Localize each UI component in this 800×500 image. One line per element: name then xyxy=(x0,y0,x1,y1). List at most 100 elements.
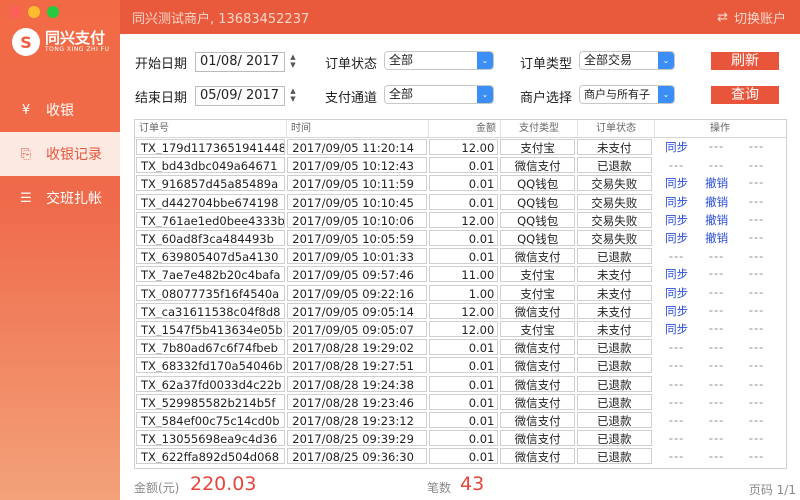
pay-type-cell: 微信支付 xyxy=(500,357,575,374)
sync-link[interactable]: 同步 xyxy=(657,212,697,228)
empty-action: --- xyxy=(748,139,765,154)
time-cell: 2017/09/05 10:05:59 xyxy=(287,230,427,247)
amount-cell: 0.01 xyxy=(428,393,499,410)
time-cell: 2017/08/25 09:39:29 xyxy=(287,430,427,447)
time-cell: 2017/09/05 09:05:14 xyxy=(287,302,427,319)
cancel-link[interactable]: 撤销 xyxy=(697,194,737,210)
time-cell: 2017/09/05 09:22:16 xyxy=(287,284,427,301)
time-cell: 2017/08/25 09:36:30 xyxy=(287,448,427,465)
query-button[interactable]: 查询 xyxy=(711,86,779,104)
start-date-field[interactable]: 01/08/ 2017 xyxy=(195,52,285,72)
sync-link[interactable]: 同步 xyxy=(657,175,697,191)
order-id-cell: TX_584ef00c75c14cd0b xyxy=(136,411,286,428)
empty-action: --- xyxy=(708,431,725,446)
brand-text: 同兴支付 TONG XING ZHI FU xyxy=(45,30,110,54)
actions-cell: --- --- --- xyxy=(657,340,786,354)
sync-link[interactable]: 同步 xyxy=(657,194,697,210)
chevron-down-icon: ⌄ xyxy=(477,52,493,69)
empty-action: --- xyxy=(748,394,765,409)
amount-cell: 11.00 xyxy=(428,266,499,283)
switch-account-button[interactable]: ⇄ 切换账户 xyxy=(717,0,786,34)
sync-link[interactable]: 同步 xyxy=(657,285,697,301)
sync-link[interactable]: 同步 xyxy=(657,321,697,337)
empty-action: --- xyxy=(668,249,685,264)
empty-action: --- xyxy=(748,340,765,355)
sidebar-item-cashier[interactable]: ¥ 收银 xyxy=(0,88,120,132)
cancel-link[interactable]: 撤销 xyxy=(697,212,737,228)
amount-cell: 0.01 xyxy=(428,430,499,447)
empty-action: --- xyxy=(668,158,685,173)
time-cell: 2017/09/05 09:57:46 xyxy=(287,266,427,283)
empty-action: --- xyxy=(748,193,765,208)
table-row: TX_584ef00c75c14cd0b 2017/08/28 19:23:12 0… xyxy=(135,411,786,429)
status-cell: 交易失败 xyxy=(576,211,652,228)
empty-action: --- xyxy=(748,249,765,264)
start-date-stepper[interactable]: ▲ ▼ xyxy=(288,53,298,71)
status-cell: 已退款 xyxy=(576,393,652,410)
table-body: TX_179d1173651941448 2017/09/05 11:20:14 1… xyxy=(135,138,786,465)
summary-bar: 金额(元) 220.03 笔数 43 页码 1/1 xyxy=(120,470,800,500)
status-cell: 已退款 xyxy=(576,357,652,374)
yen-icon: ¥ xyxy=(21,102,31,118)
cancel-link[interactable]: 撤销 xyxy=(697,230,737,246)
table-row: TX_08077735f16f4540a 2017/09/05 09:22:16 1… xyxy=(135,284,786,302)
minimize-window-button[interactable] xyxy=(28,6,40,18)
sidebar-item-records[interactable]: ⎘ 收银记录 xyxy=(0,132,120,176)
pay-type-cell: QQ钱包 xyxy=(500,211,575,228)
table-row: TX_bd43dbc049a64671 2017/09/05 10:12:43 0.… xyxy=(135,156,786,174)
time-cell: 2017/09/05 10:12:43 xyxy=(287,157,427,174)
time-cell: 2017/08/28 19:29:02 xyxy=(287,339,427,356)
sync-link[interactable]: 同步 xyxy=(657,139,697,155)
actions-cell: --- --- --- xyxy=(657,431,786,445)
pay-type-cell: 微信支付 xyxy=(500,375,575,392)
amount-cell: 0.01 xyxy=(428,248,499,265)
order-type-select[interactable]: 全部交易 ⌄ xyxy=(579,51,675,70)
sync-link[interactable]: 同步 xyxy=(657,303,697,319)
end-date-field[interactable]: 05/09/ 2017 xyxy=(195,86,285,106)
status-cell: 未支付 xyxy=(576,139,652,156)
pay-type-cell: 微信支付 xyxy=(500,157,575,174)
empty-action: --- xyxy=(668,358,685,373)
table-row: TX_529985582b214b5f 2017/08/28 19:23:46 0.… xyxy=(135,393,786,411)
order-id-cell: TX_529985582b214b5f xyxy=(136,393,286,410)
order-status-select[interactable]: 全部 ⌄ xyxy=(384,51,494,70)
sync-link[interactable]: 同步 xyxy=(657,230,697,246)
table-row: TX_d442704bbe674198 2017/09/05 10:10:45 0.… xyxy=(135,193,786,211)
cancel-link[interactable]: 撤销 xyxy=(697,175,737,191)
amount-cell: 1.00 xyxy=(428,284,499,301)
sidebar-item-shift[interactable]: ☰ 交班扎帐 xyxy=(0,176,120,220)
title-bar: 同兴测试商户, 13683452237 ⇄ 切换账户 xyxy=(120,0,800,34)
table-row: TX_7b80ad67c6f74fbeb 2017/08/28 19:29:02 0… xyxy=(135,338,786,356)
time-cell: 2017/09/05 10:10:06 xyxy=(287,211,427,228)
close-window-button[interactable] xyxy=(9,6,21,18)
pay-type-cell: 支付宝 xyxy=(500,284,575,301)
refresh-button[interactable]: 刷新 xyxy=(711,52,779,70)
orders-table: 订单号 时间 金额 支付类型 订单状态 操作 TX_179d1173651941… xyxy=(134,119,787,469)
table-header: 订单号 时间 金额 支付类型 订单状态 操作 xyxy=(135,120,786,138)
status-cell: 未支付 xyxy=(576,302,652,319)
merchant-select[interactable]: 商户与所有子 ⌄ xyxy=(579,85,675,104)
sidebar: S 同兴支付 TONG XING ZHI FU ¥ 收银 ⎘ 收银记录 ☰ 交班… xyxy=(0,0,120,500)
end-date-stepper[interactable]: ▲ ▼ xyxy=(288,87,298,105)
empty-action: --- xyxy=(748,412,765,427)
amount-cell: 0.01 xyxy=(428,193,499,210)
brand-name-en: TONG XING ZHI FU xyxy=(45,46,110,53)
maximize-window-button[interactable] xyxy=(47,6,59,18)
order-id-cell: TX_62a37fd0033d4c22b xyxy=(136,375,286,392)
actions-cell: 同步 --- --- xyxy=(657,266,786,282)
empty-action: --- xyxy=(668,431,685,446)
amount-cell: 0.01 xyxy=(428,230,499,247)
pay-type-cell: 支付宝 xyxy=(500,266,575,283)
empty-action: --- xyxy=(708,284,725,299)
empty-action: --- xyxy=(668,340,685,355)
empty-action: --- xyxy=(748,158,765,173)
window-controls xyxy=(9,6,59,18)
status-cell: 未支付 xyxy=(576,266,652,283)
actions-cell: 同步 撤销 --- xyxy=(657,212,786,228)
sync-link[interactable]: 同步 xyxy=(657,266,697,282)
payment-channel-select[interactable]: 全部 ⌄ xyxy=(384,85,494,104)
actions-cell: 同步 撤销 --- xyxy=(657,175,786,191)
actions-cell: --- --- --- xyxy=(657,249,786,263)
count-value: 43 xyxy=(460,473,485,495)
pay-type-cell: QQ钱包 xyxy=(500,193,575,210)
